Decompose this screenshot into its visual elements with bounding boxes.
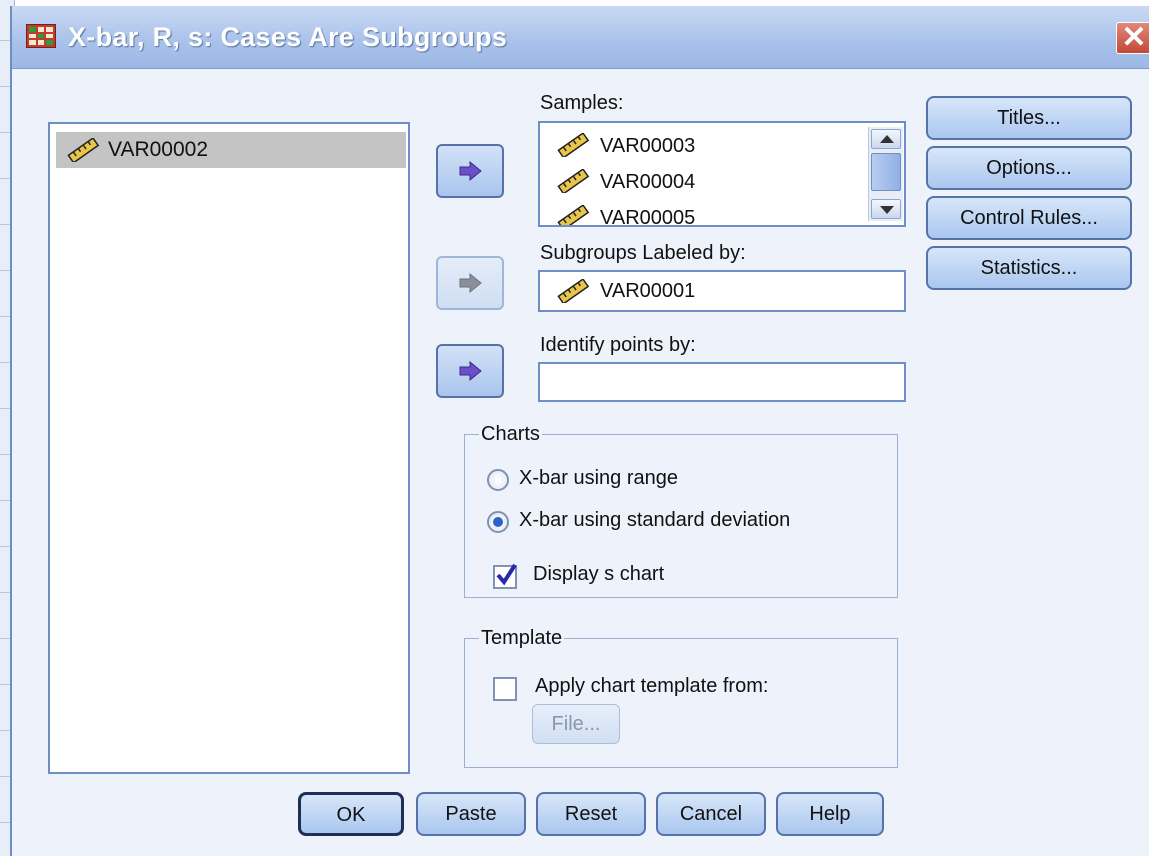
move-to-identify-button[interactable] [436, 344, 504, 398]
ruler-icon [556, 205, 590, 225]
paste-button[interactable]: Paste [416, 792, 526, 836]
titles-button[interactable]: Titles... [926, 96, 1132, 140]
triangle-up-icon [880, 135, 894, 143]
samples-scrollbar[interactable] [868, 127, 903, 221]
scroll-up-button[interactable] [871, 129, 901, 149]
cancel-button[interactable]: Cancel [656, 792, 766, 836]
list-item-label: VAR00004 [600, 171, 696, 193]
identify-label: Identify points by: [540, 334, 696, 356]
ruler-icon [556, 133, 590, 157]
template-legend: Template [479, 627, 565, 650]
samples-label: Samples: [540, 92, 624, 114]
ruler-icon [556, 169, 590, 193]
list-item[interactable]: VAR00002 [56, 132, 406, 168]
subgroups-label: Subgroups Labeled by: [540, 242, 746, 264]
dialog-window: X-bar, R, s: Cases Are Subgroups ✕ VAR00… [10, 6, 1149, 856]
control-rules-button[interactable]: Control Rules... [926, 196, 1132, 240]
ruler-icon [556, 279, 590, 303]
app-icon [26, 24, 56, 48]
move-to-subgroups-button[interactable] [436, 256, 504, 310]
source-variable-list[interactable]: VAR00002 [48, 122, 410, 774]
xbar-stddev-label: X-bar using standard deviation [519, 509, 791, 531]
ruler-icon [66, 138, 100, 162]
subgroups-value: VAR00001 [600, 280, 696, 302]
apply-template-label: Apply chart template from: [535, 675, 769, 697]
list-item-label: VAR00002 [108, 138, 209, 161]
scroll-thumb[interactable] [871, 153, 901, 191]
window-title: X-bar, R, s: Cases Are Subgroups [68, 22, 508, 52]
display-s-chart-checkbox[interactable] [493, 563, 517, 589]
close-button[interactable]: ✕ [1116, 22, 1149, 54]
xbar-range-radio[interactable] [487, 469, 509, 491]
arrow-right-icon [459, 361, 482, 381]
list-clip: VAR00005 [540, 201, 866, 225]
xbar-stddev-radio[interactable] [487, 511, 509, 533]
list-item-label: VAR00005 [600, 207, 696, 225]
help-button[interactable]: Help [776, 792, 884, 836]
charts-group: Charts X-bar using range X-bar using sta… [464, 423, 898, 598]
reset-button[interactable]: Reset [536, 792, 646, 836]
file-button[interactable]: File... [532, 704, 620, 744]
arrow-right-icon [459, 273, 482, 293]
xbar-range-label: X-bar using range [519, 467, 678, 489]
subgroups-field[interactable]: VAR00001 [538, 270, 906, 312]
options-button[interactable]: Options... [926, 146, 1132, 190]
list-item-label: VAR00003 [600, 135, 696, 157]
statistics-button[interactable]: Statistics... [926, 246, 1132, 290]
template-group: Template Apply chart template from: [464, 627, 898, 768]
charts-legend: Charts [479, 423, 542, 446]
samples-list[interactable]: VAR00003 VAR00004 VAR00005 [538, 121, 906, 227]
identify-field[interactable] [538, 362, 906, 402]
checkmark-icon [496, 563, 517, 586]
title-bar[interactable]: X-bar, R, s: Cases Are Subgroups ✕ [12, 6, 1149, 69]
arrow-right-icon [459, 161, 482, 181]
apply-template-checkbox[interactable] [493, 677, 517, 701]
move-to-samples-button[interactable] [436, 144, 504, 198]
ok-button[interactable]: OK [298, 792, 404, 836]
display-s-chart-label: Display s chart [533, 563, 665, 585]
scroll-down-button[interactable] [871, 199, 901, 219]
triangle-down-icon [880, 206, 894, 214]
